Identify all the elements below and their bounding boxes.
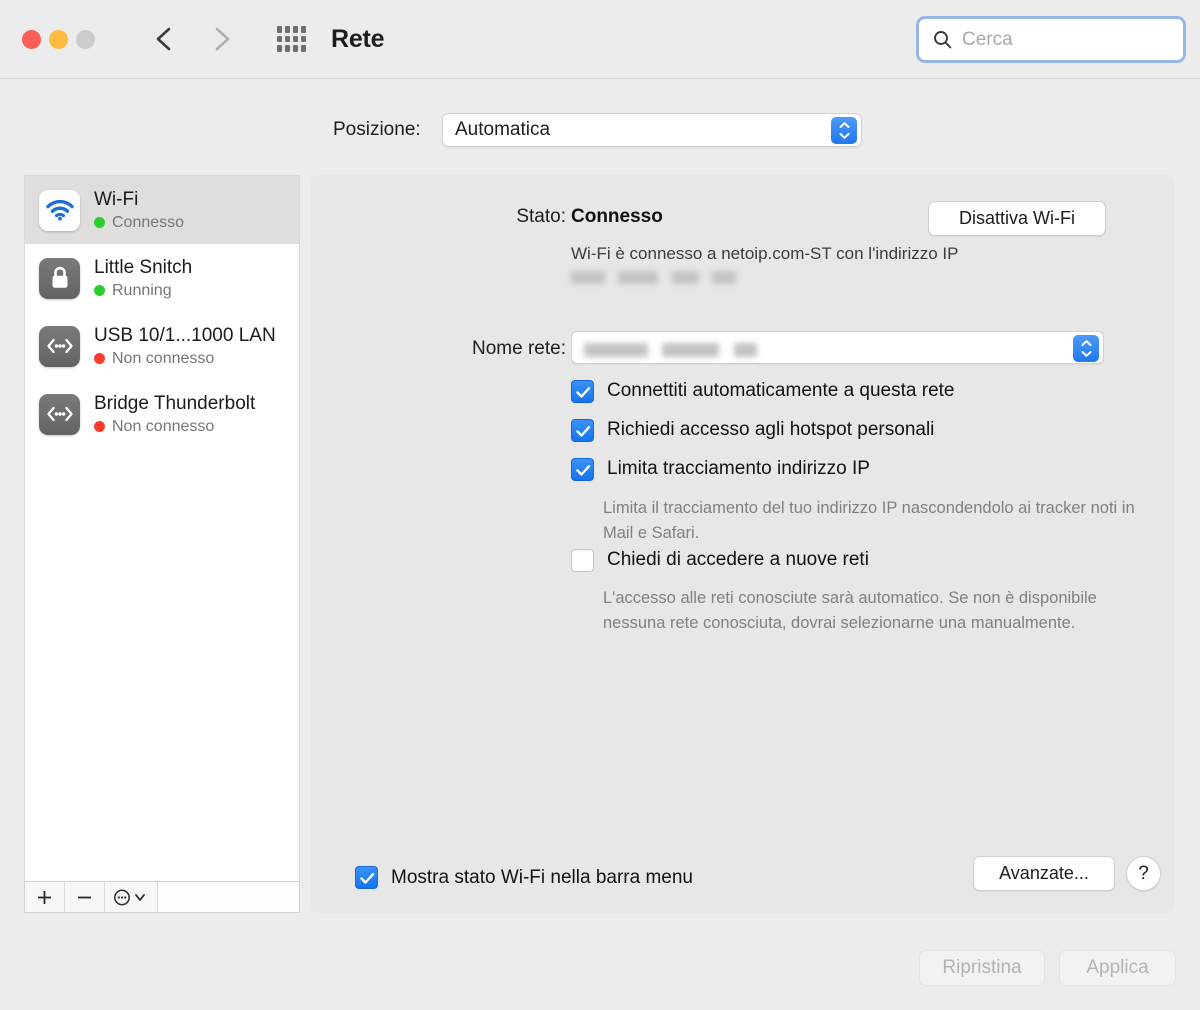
checkbox-ask-new-networks[interactable]: Chiedi di accedere a nuove reti [571,548,869,572]
forward-button[interactable] [204,22,238,56]
service-status: Connesso [94,212,184,233]
network-name-redacted [584,341,767,359]
location-row: Posizione: Automatica [0,112,1200,148]
checkbox-label: Richiedi accesso agli hotspot personali [607,419,935,440]
checkbox-box[interactable] [571,419,594,442]
location-popup-button[interactable]: Automatica [442,113,862,147]
disable-wifi-button[interactable]: Disattiva Wi-Fi [928,201,1106,236]
status-text: Non connesso [112,417,215,435]
location-label: Posizione: [333,119,421,140]
sidebar-item-text: Little Snitch Running [94,256,192,301]
wifi-settings-panel: Stato: Connesso Disattiva Wi-Fi Wi-Fi è … [311,175,1175,913]
checkbox-box[interactable] [571,380,594,403]
restore-button[interactable]: Ripristina [919,950,1045,986]
minus-icon [78,896,91,898]
lock-icon [39,257,80,299]
location-value: Automatica [455,119,551,140]
sidebar-item-usb-lan[interactable]: USB 10/1...1000 LAN Non connesso [25,312,299,380]
show-all-grid-icon[interactable] [277,26,306,52]
sidebar-item-little-snitch[interactable]: Little Snitch Running [25,244,299,312]
checkmark-icon [576,465,591,476]
status-value: Connesso [571,206,663,227]
status-text: Connesso [112,213,185,231]
remove-service-button[interactable] [65,882,105,912]
toolbar-filler [158,882,299,912]
status-label: Stato: [516,206,566,227]
checkbox-box[interactable] [571,458,594,481]
sidebar-item-text: Wi-Fi Connesso [94,188,184,233]
advanced-button[interactable]: Avanzate... [973,856,1115,891]
zoom-window-button[interactable] [76,30,95,49]
sidebar-toolbar [24,881,300,913]
checkbox-label: Chiedi di accedere a nuove reti [607,549,869,570]
wifi-icon [39,189,80,231]
service-name: Bridge Thunderbolt [94,392,256,414]
checkbox-label: Limita tracciamento indirizzo IP [607,458,870,479]
search-field[interactable] [916,16,1186,63]
ethernet-icon [39,393,80,435]
checkbox-label: Mostra stato Wi-Fi nella barra menu [391,866,693,888]
service-name: USB 10/1...1000 LAN [94,324,276,346]
chevron-down-icon [135,893,145,901]
status-dot-red [94,352,105,364]
sidebar-item-text: USB 10/1...1000 LAN Non connesso [94,324,276,369]
close-window-button[interactable] [22,30,41,49]
page-title: Rete [331,25,385,53]
title-bar: Rete [0,0,1200,79]
service-status: Running [94,280,192,301]
search-icon [934,31,952,49]
apply-button[interactable]: Applica [1059,950,1176,986]
checkmark-icon [576,426,591,437]
checkbox-box[interactable] [571,549,594,572]
helper-limit-tracking: Limita il tracciamento del tuo indirizzo… [603,499,1135,542]
plus-icon [38,890,51,904]
ip-address-redacted [571,269,745,287]
add-service-button[interactable] [25,882,65,912]
service-name: Little Snitch [94,256,193,278]
ethernet-icon [39,325,80,367]
helper-new-networks: L'accesso alle reti conosciute sarà auto… [603,589,1097,632]
checkbox-box[interactable] [355,866,378,889]
status-dot-green [94,216,105,228]
actions-menu-button[interactable] [105,882,158,912]
status-text: Running [112,281,172,299]
help-button[interactable]: ? [1126,856,1161,891]
checkmark-icon [576,387,591,398]
chevron-updown-icon[interactable] [831,117,857,144]
service-name: Wi-Fi [94,188,139,210]
network-name-label: Nome rete: [472,338,566,359]
checkbox-show-wifi-status[interactable]: Mostra stato Wi-Fi nella barra menu [355,865,693,889]
status-description: Wi-Fi è connesso a netoip.com-ST con l'i… [571,244,959,263]
sidebar-item-bridge-thunderbolt[interactable]: Bridge Thunderbolt Non connesso [25,380,299,448]
circle-ellipsis-icon [114,889,130,905]
service-status: Non connesso [94,348,276,369]
network-name-popup-button[interactable] [571,331,1104,364]
service-status: Non connesso [94,416,255,437]
checkbox-auto-connect[interactable]: Connettiti automaticamente a questa rete [571,379,954,403]
sidebar-item-wifi[interactable]: Wi-Fi Connesso [25,176,299,244]
status-text: Non connesso [112,349,215,367]
status-dot-red [94,420,105,432]
traffic-lights [22,30,95,49]
back-button[interactable] [148,22,182,56]
status-dot-green [94,284,105,296]
checkbox-limit-ip-tracking[interactable]: Limita tracciamento indirizzo IP [571,457,870,481]
minimize-window-button[interactable] [49,30,68,49]
navigation-arrows [148,22,238,56]
chevron-updown-icon[interactable] [1073,335,1099,362]
services-sidebar[interactable]: Wi-Fi Connesso Little Snitch Running USB… [24,175,300,885]
checkbox-personal-hotspot[interactable]: Richiedi accesso agli hotspot personali [571,418,934,442]
checkmark-icon [360,873,375,884]
search-input[interactable] [962,28,1162,51]
checkbox-label: Connettiti automaticamente a questa rete [607,380,955,401]
sidebar-item-text: Bridge Thunderbolt Non connesso [94,392,255,437]
